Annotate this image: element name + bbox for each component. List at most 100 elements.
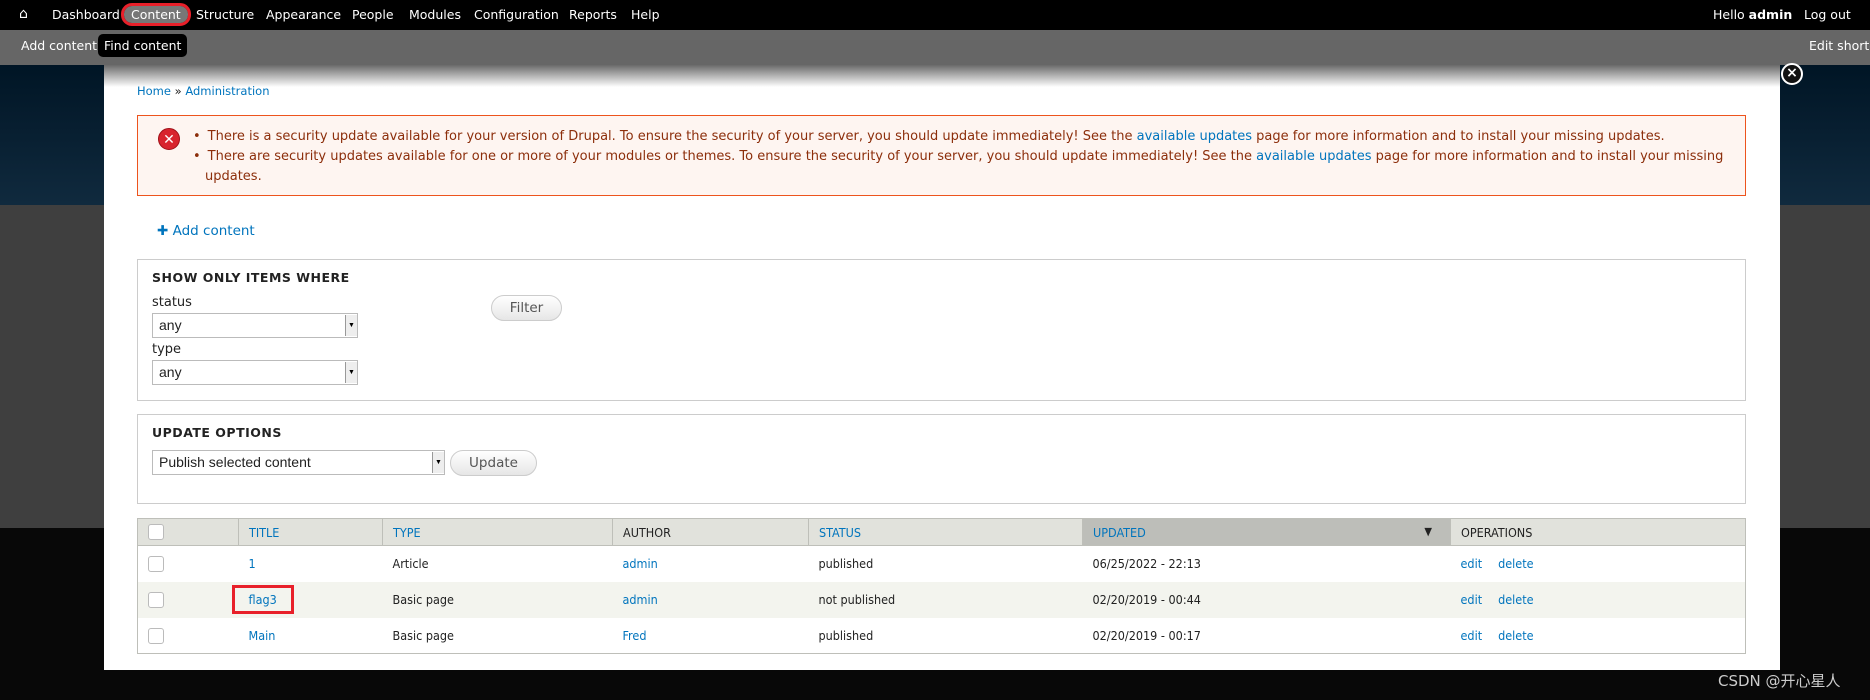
toolbar-content[interactable]: Content (121, 3, 191, 26)
edit-link[interactable]: edit (1461, 592, 1483, 607)
available-updates-link[interactable]: available updates (1256, 149, 1371, 164)
header-updated[interactable]: UPDATED ▼ (1082, 518, 1451, 546)
error-icon: ✕ (158, 128, 180, 150)
header-operations: OPERATIONS (1450, 518, 1746, 546)
shortcut-bar: Add content Find content Edit shortcuts (0, 30, 1870, 65)
breadcrumb-administration[interactable]: Administration (185, 84, 269, 98)
type-cell: Article (392, 556, 429, 572)
table-row: 1 Article admin published 06/25/2022 - 22:13… (138, 546, 1746, 582)
header-type-label[interactable]: TYPE (393, 525, 421, 540)
header-type[interactable]: TYPE (382, 518, 613, 546)
operations-cell: edit delete (1451, 546, 1746, 582)
type-value: any (159, 364, 182, 380)
toolbar-modules[interactable]: Modules (409, 7, 461, 22)
username[interactable]: admin (1749, 7, 1793, 22)
type-select[interactable]: any ▼ (152, 360, 358, 385)
message-text: page for more information and to install… (1252, 129, 1665, 144)
close-icon: × (1786, 65, 1798, 81)
title-link[interactable]: flag3 (231, 585, 294, 614)
add-content-label: Add content (172, 223, 255, 239)
edit-link[interactable]: edit (1461, 556, 1483, 571)
edit-link[interactable]: edit (1461, 628, 1483, 643)
select-all-checkbox[interactable] (148, 524, 164, 541)
toolbar-configuration[interactable]: Configuration (474, 7, 559, 22)
delete-link[interactable]: delete (1498, 628, 1533, 643)
toolbar-reports[interactable]: Reports (569, 7, 617, 22)
add-content-link[interactable]: ✚ Add content (157, 223, 255, 239)
breadcrumb: Home » Administration (137, 84, 269, 98)
updated-cell: 02/20/2019 - 00:44 (1082, 581, 1451, 618)
title-cell: flag3 (231, 581, 383, 618)
logout-link[interactable]: Log out (1804, 7, 1851, 22)
status-cell: published (818, 627, 874, 643)
delete-link[interactable]: delete (1498, 592, 1533, 607)
home-icon[interactable]: ⌂ (19, 6, 28, 22)
title-link[interactable]: Main (249, 628, 276, 643)
title-cell: 1 (239, 546, 383, 582)
update-action-value: Publish selected content (159, 454, 311, 470)
table-row: flag3 Basic page admin not published 02/20/2… (137, 581, 1746, 618)
row-checkbox[interactable] (148, 627, 164, 644)
row-select-cell (138, 618, 239, 654)
breadcrumb-home[interactable]: Home (137, 84, 171, 98)
toolbar-people[interactable]: People (352, 7, 394, 22)
updated-cell: 02/20/2019 - 00:17 (1092, 627, 1201, 643)
header-updated-label[interactable]: UPDATED (1093, 525, 1146, 540)
operations-cell: edit delete (1451, 618, 1746, 654)
select-all-header (137, 518, 239, 546)
author-cell: admin (612, 581, 809, 618)
message-text: There are security updates available for… (207, 149, 1257, 164)
greeting-text: Hello (1713, 7, 1749, 22)
update-legend: UPDATE OPTIONS (152, 425, 282, 440)
update-button[interactable]: Update (450, 450, 537, 476)
header-status[interactable]: STATUS (808, 518, 1083, 546)
title-link[interactable]: 1 (249, 556, 256, 571)
toolbar-help[interactable]: Help (631, 7, 660, 22)
status-cell: not published (808, 581, 1083, 618)
author-cell: Fred (613, 618, 809, 654)
author-link[interactable]: admin (623, 592, 658, 607)
header-operations-label: OPERATIONS (1461, 524, 1533, 540)
row-select-cell (138, 546, 239, 582)
toolbar-appearance[interactable]: Appearance (266, 7, 341, 22)
breadcrumb-separator: » (170, 84, 186, 98)
content-table: TITLE TYPE AUTHOR STATUS UPDATED ▼ OPERAT… (137, 518, 1746, 654)
status-select[interactable]: any ▼ (152, 313, 358, 338)
available-updates-link[interactable]: available updates (1137, 129, 1252, 144)
edit-shortcuts-link[interactable]: Edit shortcuts (1809, 38, 1870, 53)
author-cell: admin (613, 546, 809, 582)
header-title-label[interactable]: TITLE (249, 525, 279, 540)
toolbar-structure[interactable]: Structure (196, 7, 254, 22)
row-checkbox[interactable] (148, 591, 164, 608)
header-author: AUTHOR (612, 518, 809, 546)
close-overlay-button[interactable]: × (1781, 63, 1803, 85)
plus-icon: ✚ (157, 223, 169, 239)
message-item: There is a security update available for… (193, 127, 1733, 147)
row-select-cell (137, 581, 239, 618)
updated-cell: 06/25/2022 - 22:13 (1092, 556, 1201, 572)
author-link[interactable]: admin (623, 556, 658, 571)
watermark: CSDN @开心星人 (1718, 672, 1841, 690)
status-cell: published (818, 556, 874, 572)
filter-button[interactable]: Filter (491, 295, 562, 321)
chevron-down-icon: ▼ (345, 315, 357, 336)
row-checkbox[interactable] (148, 556, 164, 572)
type-cell: Basic page (392, 627, 454, 643)
toolbar-dashboard[interactable]: Dashboard (52, 7, 120, 22)
header-status-label[interactable]: STATUS (819, 525, 861, 540)
delete-link[interactable]: delete (1498, 556, 1533, 571)
update-action-select[interactable]: Publish selected content ▼ (152, 450, 445, 475)
author-link[interactable]: Fred (623, 628, 647, 643)
shortcut-add-content[interactable]: Add content (21, 38, 97, 53)
table-row: Main Basic page Fred published 02/20/2019 - … (138, 618, 1746, 654)
admin-toolbar: ⌂ Dashboard Content Structure Appearance… (0, 0, 1870, 30)
status-value: any (159, 317, 182, 333)
header-title[interactable]: TITLE (238, 518, 383, 546)
chevron-down-icon: ▼ (345, 362, 357, 383)
shortcut-find-content[interactable]: Find content (98, 34, 188, 57)
message-text: There is a security update available for… (207, 129, 1137, 144)
filter-fieldset: SHOW ONLY ITEMS WHERE status any ▼ type a… (137, 259, 1746, 401)
overlay-panel: Home » Administration ✕ There is a secur… (104, 65, 1780, 670)
chevron-down-icon: ▼ (432, 452, 444, 473)
error-messages: ✕ There is a security update available f… (137, 115, 1746, 196)
